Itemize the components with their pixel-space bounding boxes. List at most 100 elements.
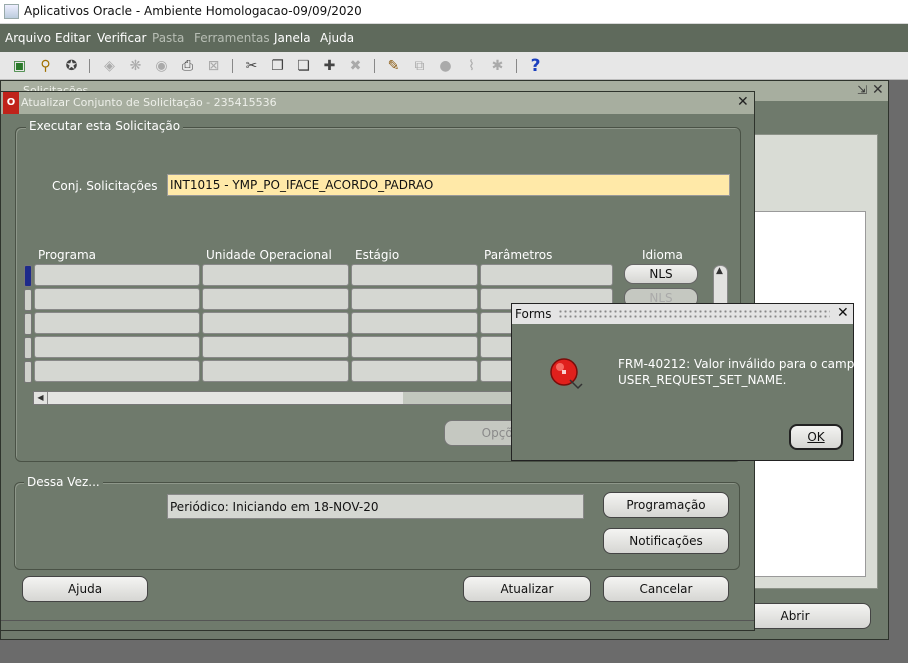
help-button[interactable]: Ajuda: [22, 576, 148, 602]
notifications-button-label: Notificações: [629, 534, 703, 548]
dialog-title-bar: O Atualizar Conjunto de Solicitação - 23…: [1, 92, 754, 114]
title-bar-grip: [558, 309, 830, 319]
new-record-icon[interactable]: ✚: [320, 57, 339, 75]
program-cell[interactable]: [34, 360, 200, 382]
row-indicator-current[interactable]: [24, 265, 32, 287]
request-set-label: Conj. Solicitações: [52, 179, 158, 193]
close-icon[interactable]: ✕: [872, 82, 884, 98]
navigator-icon[interactable]: ✪: [62, 57, 81, 75]
new-icon[interactable]: ▣: [10, 57, 29, 75]
ok-button[interactable]: OK: [789, 424, 843, 450]
menu-ajuda[interactable]: Ajuda: [320, 31, 354, 45]
dialog-title: Atualizar Conjunto de Solicitação - 2354…: [21, 96, 277, 109]
edit-field-icon[interactable]: ✎: [384, 57, 403, 75]
attachments-icon: ⌇: [468, 58, 475, 74]
cancel-button[interactable]: Cancelar: [603, 576, 729, 602]
close-icon[interactable]: ✕: [837, 305, 849, 321]
operating-unit-cell[interactable]: [202, 288, 349, 310]
toolbar-separator: [232, 59, 233, 73]
cut-icon[interactable]: ✂: [242, 57, 261, 75]
ok-button-label: OK: [807, 430, 825, 444]
column-header-program: Programa: [38, 248, 96, 262]
column-header-stage: Estágio: [355, 248, 400, 262]
schedule-field[interactable]: [167, 494, 584, 519]
oracle-logo-icon: O: [3, 92, 19, 114]
paste-icon[interactable]: ❏: [294, 57, 313, 75]
menu-editar[interactable]: Editar: [55, 31, 91, 45]
row-indicator[interactable]: [24, 289, 32, 311]
update-button-label: Atualizar: [500, 582, 554, 596]
window-title: Aplicativos Oracle - Ambiente Homologaca…: [24, 4, 362, 18]
minimize-icon[interactable]: ⇲: [857, 83, 867, 97]
run-group-legend: Executar esta Solicitação: [26, 119, 184, 133]
alert-message-line-1: FRM-40212: Valor inválido para o campo: [618, 357, 862, 371]
forms-alert-title: Forms: [515, 307, 552, 321]
alarm-bell-icon: [550, 358, 583, 390]
program-cell[interactable]: [34, 312, 200, 334]
find-icon[interactable]: ⚲: [36, 57, 55, 75]
column-header-language: Idioma: [642, 248, 683, 262]
toolbar-separator: [89, 59, 90, 73]
help-button-label: Ajuda: [67, 582, 103, 596]
next-step-icon: ❋: [129, 58, 142, 74]
operating-unit-cell[interactable]: [202, 360, 349, 382]
row-indicator[interactable]: [24, 337, 32, 359]
scrollbar-thumb[interactable]: [48, 392, 403, 404]
translations-icon: ●: [439, 58, 452, 74]
stage-cell[interactable]: [351, 312, 478, 334]
menu-verificar[interactable]: Verificar: [97, 31, 146, 45]
column-header-operating-unit: Unidade Operacional: [206, 248, 332, 262]
toolbar: ▣ ⚲ ✪ ◈ ❋ ◉ ⎙ ⊠ ✂ ❐ ❏ ✚ ✖ ✎ ⧉ ● ⌇ ✱ ?: [0, 52, 908, 80]
forms-alert-dialog: Forms ✕ FRM-40212: Valor inválido para o…: [511, 303, 862, 461]
menu-arquivo[interactable]: Arquivo: [5, 31, 51, 45]
switch-responsibility-icon: ◉: [155, 58, 168, 74]
column-header-parameters: Parâmetros: [484, 248, 553, 262]
menu-bar: Arquivo Editar Verificar Pasta Ferrament…: [0, 24, 908, 52]
save-icon: ◈: [104, 58, 115, 74]
toolbar-separator: [516, 59, 517, 73]
notifications-button[interactable]: Notificações: [603, 528, 729, 554]
scroll-left-icon[interactable]: ◀: [34, 392, 48, 404]
folder-tools-icon: ✱: [491, 58, 504, 74]
schedule-button[interactable]: Programação: [603, 492, 729, 518]
menu-pasta: Pasta: [152, 31, 185, 45]
delete-record-icon: ✖: [349, 58, 362, 74]
request-set-input[interactable]: [167, 174, 730, 196]
help-icon[interactable]: ?: [526, 57, 545, 75]
operating-unit-cell[interactable]: [202, 312, 349, 334]
update-button[interactable]: Atualizar: [463, 576, 591, 602]
horizontal-scrollbar[interactable]: ◀: [33, 391, 513, 405]
nls-label: NLS: [649, 267, 673, 281]
row-indicator[interactable]: [24, 313, 32, 335]
stage-cell[interactable]: [351, 288, 478, 310]
dialog-divider: [1, 620, 754, 621]
menu-janela[interactable]: Janela: [274, 31, 311, 45]
stage-cell[interactable]: [351, 360, 478, 382]
parameters-cell[interactable]: [480, 264, 613, 286]
language-nls-button[interactable]: NLS: [624, 264, 698, 284]
program-cell[interactable]: [34, 336, 200, 358]
toolbar-separator: [374, 59, 375, 73]
schedule-button-label: Programação: [626, 498, 706, 512]
window-title-bar: Aplicativos Oracle - Ambiente Homologaca…: [0, 0, 908, 24]
copy-icon[interactable]: ❐: [268, 57, 287, 75]
program-cell[interactable]: [34, 288, 200, 310]
scroll-up-icon[interactable]: ▲: [716, 266, 723, 276]
zoom-icon: ⧉: [414, 58, 425, 74]
stage-cell[interactable]: [351, 336, 478, 358]
cancel-button-label: Cancelar: [639, 582, 693, 596]
open-button-label: Abrir: [780, 609, 810, 623]
program-cell[interactable]: [34, 264, 200, 286]
forms-alert-title-bar: Forms ✕: [512, 304, 853, 324]
print-icon[interactable]: ⎙: [178, 57, 197, 75]
this-time-legend: Dessa Vez...: [24, 475, 103, 489]
operating-unit-cell[interactable]: [202, 336, 349, 358]
close-icon[interactable]: ✕: [737, 94, 749, 110]
row-indicator[interactable]: [24, 361, 32, 383]
java-app-icon: [4, 4, 19, 19]
stage-cell[interactable]: [351, 264, 478, 286]
vertical-scrollbar[interactable]: ▲: [713, 265, 728, 307]
close-form-icon: ⊠: [207, 58, 220, 74]
operating-unit-cell[interactable]: [202, 264, 349, 286]
menu-ferramentas: Ferramentas: [194, 31, 270, 45]
